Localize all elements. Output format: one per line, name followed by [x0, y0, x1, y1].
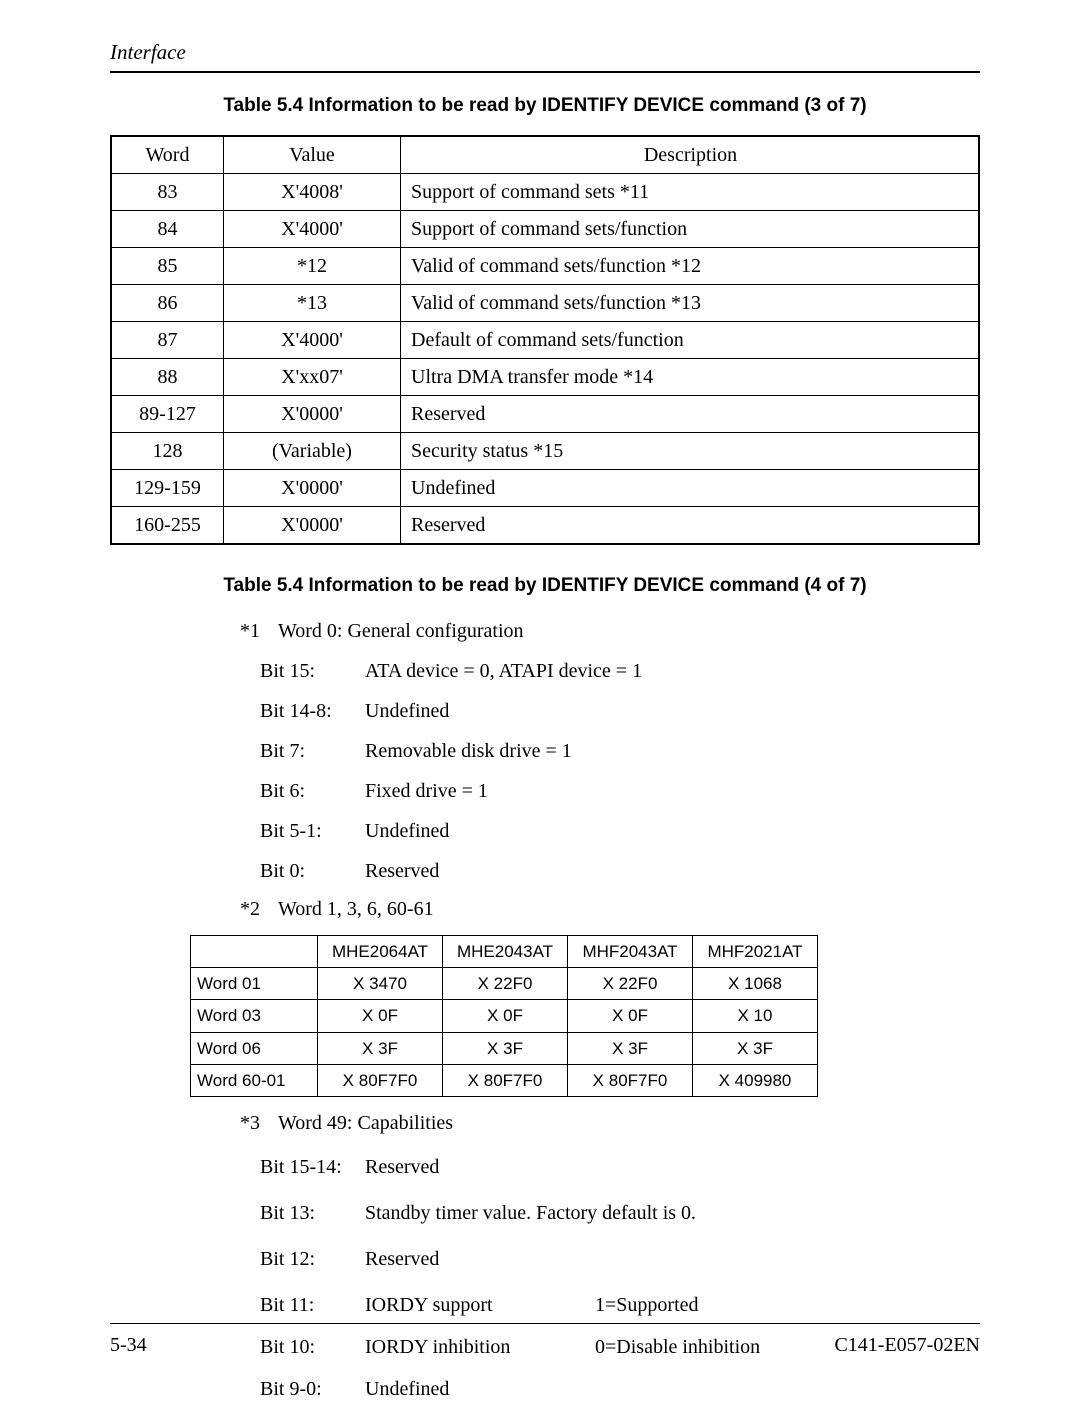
inner-table: MHE2064AT MHE2043AT MHF2043AT MHF2021AT … [190, 935, 818, 1097]
bit-row: Bit 6:Fixed drive = 1 [110, 775, 980, 807]
bit-row: Bit 5-1:Undefined [110, 815, 980, 847]
table-row: 84X'4000'Support of command sets/functio… [111, 211, 979, 248]
inner-row: Word 03X 0FX 0FX 0FX 10 [191, 1000, 818, 1032]
table-head-row: Word Value Description [111, 136, 979, 174]
note-number: *2 [110, 893, 278, 925]
rule-bottom [110, 1323, 980, 1324]
bit-row: Bit 0:Reserved [110, 855, 980, 887]
bit-row: Bit 12:Reserved [110, 1243, 980, 1275]
note-3: *3 Word 49: Capabilities [110, 1107, 980, 1139]
bit-row: Bit 9-0:Undefined [110, 1373, 980, 1405]
table-row: 87X'4000'Default of command sets/functio… [111, 322, 979, 359]
page-number: 5-34 [110, 1334, 147, 1357]
table-row: 160-255X'0000'Reserved [111, 507, 979, 545]
note-2: *2 Word 1, 3, 6, 60-61 [110, 893, 980, 925]
doc-id: C141-E057-02EN [834, 1334, 980, 1357]
rule-top [110, 71, 980, 73]
inner-row: Word 06X 3FX 3FX 3FX 3F [191, 1032, 818, 1064]
inner-row: Word 60-01X 80F7F0X 80F7F0X 80F7F0X 4099… [191, 1064, 818, 1096]
note-title: Word 49: Capabilities [278, 1107, 980, 1139]
table-row: 89-127X'0000'Reserved [111, 396, 979, 433]
table-caption-1: Table 5.4 Information to be read by IDEN… [110, 95, 980, 117]
footer: 5-34 C141-E057-02EN [110, 1323, 980, 1357]
identify-table: Word Value Description 83X'4008'Support … [110, 135, 980, 545]
bit-row: Bit 13:Standby timer value. Factory defa… [110, 1197, 980, 1229]
page-header: Interface [110, 40, 980, 65]
note-1: *1 Word 0: General configuration [110, 615, 980, 647]
table-row: 88X'xx07'Ultra DMA transfer mode *14 [111, 359, 979, 396]
note-title: Word 1, 3, 6, 60-61 [278, 893, 980, 925]
note-title: Word 0: General configuration [278, 615, 980, 647]
table-row: 85*12Valid of command sets/function *12 [111, 248, 979, 285]
note-number: *1 [110, 615, 278, 647]
col-value: Value [224, 136, 401, 174]
bit-row: Bit 11:IORDY support1=Supported [110, 1289, 980, 1321]
inner-row: Word 01X 3470X 22F0X 22F0X 1068 [191, 968, 818, 1000]
table-caption-2: Table 5.4 Information to be read by IDEN… [110, 575, 980, 597]
table-row: 83X'4008'Support of command sets *11 [111, 174, 979, 211]
table-row: 86*13Valid of command sets/function *13 [111, 285, 979, 322]
table-row: 128(Variable)Security status *15 [111, 433, 979, 470]
bit-row: Bit 15-14:Reserved [110, 1151, 980, 1183]
bit-row: Bit 14-8:Undefined [110, 695, 980, 727]
page: Interface Table 5.4 Information to be re… [0, 0, 1080, 1397]
col-word: Word [111, 136, 224, 174]
note-number: *3 [110, 1107, 278, 1139]
bit-row: Bit 7:Removable disk drive = 1 [110, 735, 980, 767]
notes-block: *1 Word 0: General configuration Bit 15:… [110, 615, 980, 1405]
table-row: 129-159X'0000'Undefined [111, 470, 979, 507]
col-desc: Description [401, 136, 980, 174]
bit-row: Bit 15:ATA device = 0, ATAPI device = 1 [110, 655, 980, 687]
inner-head-row: MHE2064AT MHE2043AT MHF2043AT MHF2021AT [191, 936, 818, 968]
